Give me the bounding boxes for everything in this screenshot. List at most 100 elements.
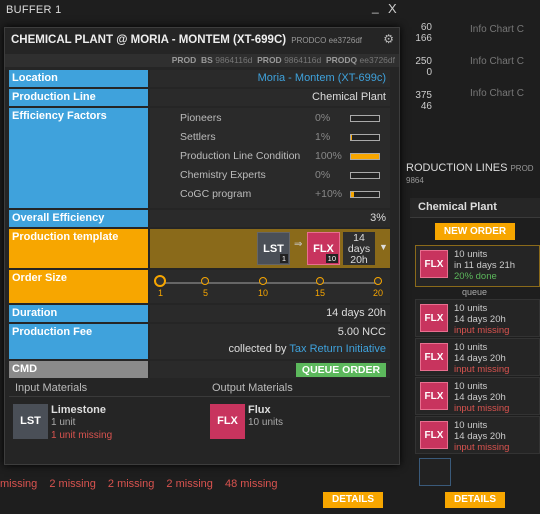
empty-slot[interactable] — [419, 458, 451, 486]
dropdown-arrow-icon[interactable]: ▼ — [379, 242, 388, 252]
info-chart-row[interactable]: Info Chart C — [470, 56, 524, 67]
slider-stop-label: 10 — [258, 288, 269, 298]
window-title: CHEMICAL PLANT @ MORIA - MONTEM (XT-699C… — [11, 34, 362, 46]
arrow-icon: ⇒ — [294, 239, 303, 250]
panel-title-text: RODUCTION LINES — [406, 162, 508, 174]
fee-collected-by: collected by — [228, 343, 287, 355]
bg-number: 166 — [415, 33, 432, 44]
bg-number: 60 — [420, 22, 432, 33]
order-size-slider[interactable]: 1 5 10 15 20 — [150, 270, 390, 303]
efficiency-factor-bar — [350, 153, 380, 160]
order-time: 14 days 20h — [454, 353, 506, 364]
slider-stop-label: 1 — [158, 288, 164, 298]
order-size-label: Order Size — [9, 270, 148, 303]
efficiency-factor-pct: 1% — [315, 131, 331, 143]
production-line-value: Chemical Plant — [312, 91, 386, 103]
limestone-ticker-icon[interactable]: LST — [13, 404, 48, 439]
fee-value: 5.00 NCC — [337, 326, 386, 338]
column-header-label: Chemical Plant — [418, 201, 497, 213]
bg-number: 250 — [415, 56, 432, 67]
order-size-row: Order Size 1 5 10 15 20 — [9, 270, 390, 303]
info-chart-row[interactable]: Info Chart C — [470, 24, 524, 35]
missing-text: 2 missing — [107, 478, 155, 490]
order-time: in 11 days 21h — [454, 260, 516, 271]
slider-stop-selected[interactable] — [154, 275, 166, 287]
details-button[interactable]: DETAILS — [445, 492, 505, 508]
production-lines-title: RODUCTION LINES PROD 9864 — [406, 162, 540, 186]
id-value[interactable]: ee3726df — [360, 55, 395, 65]
order-units: 10 units — [454, 303, 488, 314]
slider-track — [160, 282, 380, 284]
order-status: input missing — [454, 364, 510, 375]
minimize-icon[interactable]: _ — [372, 0, 379, 14]
slider-stop[interactable] — [316, 277, 324, 285]
efficiency-factor-name: Settlers — [180, 131, 216, 143]
info-chart-row[interactable]: Info Chart C — [470, 88, 524, 99]
id-label: BS — [201, 55, 213, 65]
efficiency-factor-bar — [350, 115, 380, 122]
bg-number: 46 — [420, 101, 432, 112]
slider-stop[interactable] — [201, 277, 209, 285]
location-link[interactable]: Moria - Montem (XT-699c) — [258, 72, 386, 84]
new-order-button[interactable]: NEW ORDER — [435, 223, 515, 240]
order-card[interactable]: FLX 10 units 14 days 20h input missing — [415, 338, 540, 376]
column-header: Chemical Plant — [410, 198, 540, 218]
order-card[interactable]: FLX 10 units in 11 days 21h 20% done — [415, 245, 540, 287]
template-output-count: 10 — [325, 254, 338, 263]
flux-ticker-icon: FLX — [420, 343, 448, 371]
order-status: input missing — [454, 442, 510, 453]
duration-row: Duration 14 days 20h — [9, 305, 390, 322]
input-material-units: 1 unit — [51, 417, 76, 428]
slider-stop[interactable] — [374, 277, 382, 285]
order-card[interactable]: FLX 10 units 14 days 20h input missing — [415, 377, 540, 415]
divider — [9, 396, 390, 397]
missing-row: missing 2 missing 2 missing 2 missing 48… — [0, 478, 287, 490]
output-material-units: 10 units — [248, 417, 284, 428]
efficiency-factor-bar — [350, 134, 380, 141]
missing-text: 48 missing — [224, 478, 278, 490]
close-icon[interactable]: X — [388, 1, 397, 16]
template-selector[interactable]: LST 1 ⇒ FLX 10 14 days 20h ▼ — [150, 229, 390, 268]
id-value[interactable]: 9864116d — [215, 55, 252, 65]
efficiency-list: Pioneers 0% Settlers 1% Production Line Cond… — [150, 108, 390, 208]
production-line-row: Production Line Chemical Plant — [9, 89, 390, 106]
slider-stop-label: 5 — [203, 288, 209, 298]
id-bar: PROD BS 9864116d PROD 9864116d PRODQ ee3… — [5, 54, 399, 67]
id-value[interactable]: 9864116d — [284, 55, 321, 65]
location-label: Location — [9, 70, 148, 87]
slider-stop-label: 20 — [373, 288, 384, 298]
flux-ticker-icon: FLX — [420, 421, 448, 449]
queue-order-button[interactable]: QUEUE ORDER — [296, 363, 386, 377]
duration-value: 14 days 20h — [326, 307, 386, 319]
order-card[interactable]: FLX 10 units 14 days 20h input missing — [415, 416, 540, 454]
production-line-label: Production Line — [9, 89, 148, 106]
order-card[interactable]: FLX 10 units 14 days 20h input missing — [415, 299, 540, 337]
cmd-row: CMD QUEUE ORDER — [9, 361, 390, 378]
order-units: 10 units — [454, 342, 488, 353]
efficiency-factor-name: Pioneers — [180, 112, 222, 124]
output-material-name: Flux — [248, 404, 271, 416]
overall-efficiency-value: 3% — [370, 212, 386, 224]
buffer-title: BUFFER 1 — [6, 4, 62, 16]
id-label: PROD — [257, 55, 282, 65]
flux-ticker-icon[interactable]: FLX — [210, 404, 245, 439]
flux-ticker-icon: FLX 10 — [307, 232, 340, 265]
input-materials-header: Input Materials — [15, 382, 88, 394]
overall-efficiency-label: Overall Efficiency — [9, 210, 148, 227]
fee-label: Production Fee — [9, 324, 148, 359]
template-input-count: 1 — [279, 254, 288, 263]
template-time: 14 days 20h — [343, 232, 375, 266]
efficiency-factor-pct: +10% — [315, 188, 343, 200]
id-label: PROD — [171, 55, 197, 65]
slider-stop[interactable] — [259, 277, 267, 285]
gear-icon[interactable]: ⚙ — [383, 32, 394, 46]
output-materials-header: Output Materials — [212, 382, 293, 394]
efficiency-factor-bar — [350, 191, 380, 198]
cmd-label: CMD — [9, 361, 148, 378]
order-units: 10 units — [454, 381, 488, 392]
efficiency-factor-pct: 100% — [315, 150, 342, 162]
fee-collector-link[interactable]: Tax Return Initiative — [289, 343, 386, 355]
details-button[interactable]: DETAILS — [323, 492, 383, 508]
overall-efficiency-row: Overall Efficiency 3% — [9, 210, 390, 227]
flux-ticker-icon: FLX — [420, 382, 448, 410]
